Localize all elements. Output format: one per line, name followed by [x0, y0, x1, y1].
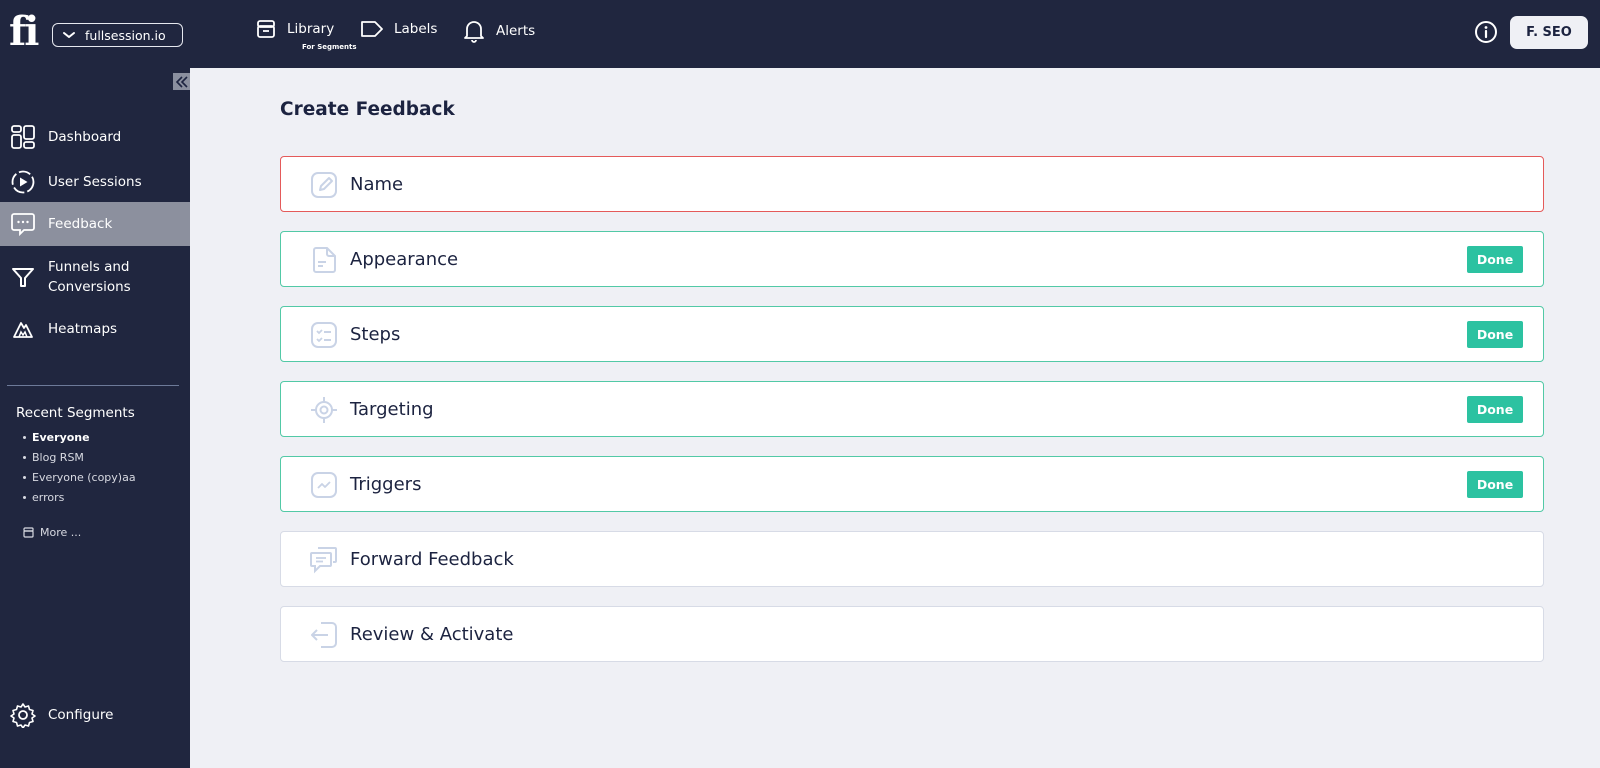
- archive-icon: [257, 20, 275, 38]
- step-title: Name: [350, 173, 404, 195]
- sidebar-item-label: Feedback: [48, 216, 113, 232]
- funnel-icon: [10, 264, 36, 290]
- top-bar: fi fullsession.io Library For Segments L…: [0, 0, 1600, 68]
- workspace-selector[interactable]: fullsession.io: [52, 23, 183, 47]
- play-icon: [10, 169, 36, 195]
- segment-label: Everyone (copy)aa: [32, 471, 136, 484]
- collapse-sidebar-button[interactable]: [173, 73, 190, 90]
- more-label: More ...: [40, 526, 82, 539]
- trend-icon: [311, 472, 337, 498]
- step-triggers[interactable]: Triggers Done: [280, 456, 1544, 512]
- done-badge: Done: [1467, 246, 1523, 273]
- edit-icon: [311, 172, 337, 198]
- chevron-down-icon: [63, 32, 75, 38]
- step-title: Targeting: [350, 398, 434, 420]
- step-title: Forward Feedback: [350, 548, 514, 570]
- sidebar-item-label: Heatmaps: [48, 321, 118, 337]
- sidebar-item-feedback[interactable]: Feedback: [0, 202, 190, 246]
- nav-alerts-label: Alerts: [496, 23, 536, 39]
- step-title: Triggers: [350, 473, 422, 495]
- segment-label: Everyone: [32, 431, 90, 444]
- step-forward-feedback[interactable]: Forward Feedback: [280, 531, 1544, 587]
- bullet-icon: [23, 496, 26, 499]
- checklist-icon: [311, 322, 337, 348]
- segment-label: Blog RSM: [32, 451, 84, 464]
- sidebar-item-label-line1: Funnels and: [48, 259, 130, 275]
- bullet-icon: [23, 456, 26, 459]
- nav-alerts[interactable]: Alerts: [462, 18, 535, 44]
- sidebar-item-configure[interactable]: Configure: [0, 698, 190, 732]
- user-menu-button[interactable]: F. SEO: [1510, 16, 1588, 49]
- sidebar-item-label: Dashboard: [48, 129, 122, 145]
- segment-item[interactable]: errors: [23, 491, 64, 504]
- nav-library[interactable]: Library: [255, 18, 334, 40]
- sidebar-item-heatmaps[interactable]: Heatmaps: [0, 312, 190, 346]
- sidebar-item-label: Configure: [48, 707, 114, 723]
- archive-icon: [23, 527, 34, 538]
- segment-item[interactable]: Everyone (copy)aa: [23, 471, 136, 484]
- nav-labels-label: Labels: [394, 21, 438, 37]
- sidebar-item-funnels[interactable]: Funnels and Conversions: [0, 256, 190, 298]
- nav-library-label: Library: [287, 21, 335, 37]
- chat-icon: [10, 211, 36, 237]
- nav-library-sublabel: For Segments: [302, 43, 357, 51]
- recent-segments-title: Recent Segments: [16, 405, 135, 421]
- segment-label: errors: [32, 491, 65, 504]
- info-icon[interactable]: [1474, 20, 1498, 44]
- page-title: Create Feedback: [280, 99, 455, 120]
- target-icon: [311, 397, 337, 423]
- step-appearance[interactable]: Appearance Done: [280, 231, 1544, 287]
- sidebar: Dashboard User Sessions Feedback Funnels…: [0, 68, 190, 768]
- dashboard-icon: [10, 124, 36, 150]
- step-targeting[interactable]: Targeting Done: [280, 381, 1544, 437]
- bullet-icon: [23, 436, 26, 439]
- app-logo[interactable]: fi: [9, 12, 39, 52]
- double-chevron-left-icon: [175, 75, 188, 88]
- gear-icon: [10, 702, 36, 728]
- segment-item[interactable]: Everyone: [23, 431, 90, 444]
- step-title: Appearance: [350, 248, 459, 270]
- login-icon: [311, 622, 337, 648]
- sidebar-item-dashboard[interactable]: Dashboard: [0, 120, 190, 154]
- sidebar-item-user-sessions[interactable]: User Sessions: [0, 165, 190, 199]
- step-name[interactable]: Name: [280, 156, 1544, 212]
- done-badge: Done: [1467, 471, 1523, 498]
- sidebar-divider: [7, 385, 179, 386]
- label-icon: [361, 21, 383, 37]
- heatmap-icon: [10, 316, 36, 342]
- step-steps[interactable]: Steps Done: [280, 306, 1544, 362]
- workspace-name: fullsession.io: [85, 27, 166, 43]
- segment-item[interactable]: Blog RSM: [23, 451, 84, 464]
- sidebar-item-label: Funnels and Conversions: [48, 257, 131, 297]
- step-title: Steps: [350, 323, 401, 345]
- document-icon: [313, 247, 336, 273]
- messages-icon: [310, 547, 337, 574]
- done-badge: Done: [1467, 396, 1523, 423]
- sidebar-item-label-line2: Conversions: [48, 279, 131, 295]
- more-segments-link[interactable]: More ...: [23, 526, 81, 539]
- done-badge: Done: [1467, 321, 1523, 348]
- step-review-activate[interactable]: Review & Activate: [280, 606, 1544, 662]
- nav-labels[interactable]: Labels: [360, 18, 437, 40]
- bullet-icon: [23, 476, 26, 479]
- step-title: Review & Activate: [350, 623, 514, 645]
- bell-icon: [464, 21, 484, 43]
- sidebar-item-label: User Sessions: [48, 174, 142, 190]
